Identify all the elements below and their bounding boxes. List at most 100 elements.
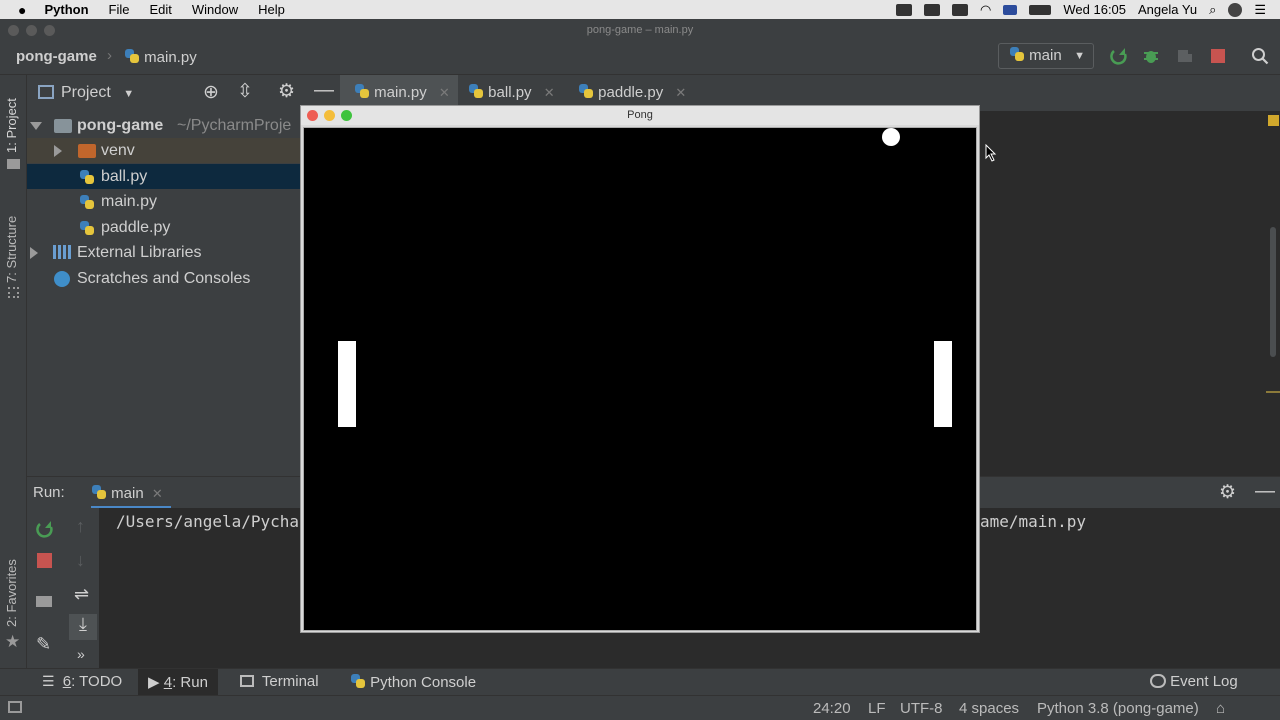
pin-icon[interactable]: ✎ (36, 634, 51, 655)
tool-window-todo[interactable]: ☰ 6: TODO (42, 673, 122, 690)
menu-edit[interactable]: Edit (149, 2, 171, 17)
pong-close-icon[interactable] (307, 110, 318, 121)
pong-title-bar[interactable]: Pong (301, 106, 979, 125)
menu-help[interactable]: Help (258, 2, 285, 17)
tree-item-label: paddle.py (101, 219, 171, 236)
flag-icon[interactable] (1003, 4, 1018, 15)
project-panel-title: Project (61, 84, 111, 101)
spotlight-icon[interactable]: ⌕ (1209, 2, 1216, 18)
stop-icon[interactable] (37, 553, 52, 568)
tree-root-pong-game[interactable]: pong-game ~/PycharmProje (27, 113, 300, 138)
pong-canvas[interactable] (303, 127, 977, 631)
status-interpreter[interactable]: Python 3.8 (pong-game) (1037, 700, 1199, 717)
status-line-separator[interactable]: LF (868, 700, 886, 717)
tree-item-scratches[interactable]: Scratches and Consoles (27, 266, 300, 291)
status-indent[interactable]: 4 spaces (959, 700, 1019, 717)
search-icon[interactable] (1251, 47, 1269, 65)
tool-window-python-console[interactable]: Python Console (350, 673, 476, 691)
tool-window-run[interactable]: ▶ 4: Run (138, 669, 218, 696)
screen-icon[interactable] (952, 3, 969, 16)
rerun-icon[interactable] (36, 520, 54, 538)
scroll-to-end-icon[interactable]: ⤓ (69, 614, 97, 640)
console-output-left: /Users/angela/Pychar (116, 512, 309, 531)
tree-item-main-py[interactable]: main.py (27, 189, 300, 214)
breadcrumb-file[interactable]: main.py (124, 48, 197, 66)
tree-item-label: main.py (101, 193, 158, 210)
clock[interactable]: Wed 16:05 (1063, 2, 1126, 17)
pong-window[interactable]: Pong (300, 105, 980, 633)
screen-record-icon[interactable] (896, 3, 913, 16)
expand-arrow-icon[interactable] (30, 247, 38, 259)
notification-center-icon[interactable]: ☰ (1254, 2, 1266, 18)
expand-arrow-icon[interactable] (30, 122, 42, 130)
python-file-icon (354, 83, 370, 99)
warning-marker-icon[interactable] (1268, 115, 1279, 126)
minimize-window-icon[interactable] (26, 25, 37, 36)
tool-tab-favorites[interactable]: 2: Favorites (4, 559, 19, 627)
up-arrow-icon[interactable]: ↑ (76, 516, 85, 537)
close-tab-icon[interactable]: ✕ (439, 85, 450, 100)
event-log-button[interactable]: Event Log (1150, 673, 1238, 690)
down-arrow-icon[interactable]: ↓ (76, 550, 85, 571)
tree-item-paddle-py[interactable]: paddle.py (27, 215, 300, 240)
run-panel-title: Run: (33, 484, 65, 501)
hide-panel-icon[interactable]: — (1255, 480, 1275, 503)
menu-window[interactable]: Window (192, 2, 238, 17)
apple-icon[interactable]: ● (18, 2, 26, 18)
folder-icon (54, 119, 72, 133)
menu-file[interactable]: File (109, 2, 130, 17)
message-icon[interactable] (924, 3, 941, 16)
editor-scrollbar[interactable] (1266, 111, 1280, 476)
status-indicator-icon[interactable]: ⌂ (1216, 700, 1225, 717)
user-name[interactable]: Angela Yu (1138, 2, 1197, 17)
coverage-icon[interactable] (1176, 47, 1194, 65)
zoom-window-icon[interactable] (44, 25, 55, 36)
toggle-tool-windows-icon[interactable] (8, 701, 22, 713)
tool-window-label: : Run (172, 674, 208, 691)
error-stripe-marker[interactable] (1266, 391, 1280, 393)
battery-icon[interactable] (1029, 4, 1052, 15)
pong-zoom-icon[interactable] (341, 110, 352, 121)
python-file-icon (124, 48, 140, 64)
pong-window-title: Pong (627, 109, 653, 121)
tool-tab-structure[interactable]: 7: Structure (4, 216, 19, 283)
wifi-icon[interactable]: ◠ (980, 2, 991, 18)
chevron-down-icon: ▼ (1074, 50, 1085, 62)
close-tab-icon[interactable]: ✕ (544, 85, 555, 100)
project-view-select[interactable]: Project ▼ (61, 84, 134, 102)
tree-item-label: ball.py (101, 168, 148, 185)
project-folder-icon (7, 159, 20, 169)
tree-item-external-libraries[interactable]: External Libraries (27, 240, 300, 265)
menu-app-name[interactable]: Python (44, 2, 88, 17)
stop-icon[interactable] (1209, 47, 1227, 65)
run-configuration-select[interactable]: main ▼ (998, 43, 1094, 69)
tree-item-venv[interactable]: venv (27, 138, 300, 163)
tool-window-terminal[interactable]: Terminal (240, 673, 319, 690)
breadcrumb-project[interactable]: pong-game (16, 48, 97, 65)
python-icon (350, 673, 366, 689)
close-tab-icon[interactable]: ✕ (675, 85, 686, 100)
collapse-all-icon[interactable]: ⇳ (237, 80, 253, 103)
tool-tab-project[interactable]: 1: Project (4, 98, 19, 153)
close-window-icon[interactable] (8, 25, 19, 36)
gear-icon[interactable]: ⚙ (1219, 481, 1236, 504)
star-icon: ★ (5, 632, 21, 651)
layout-icon[interactable] (36, 596, 52, 607)
window-title: pong-game – main.py (586, 24, 694, 36)
close-tab-icon[interactable]: ✕ (152, 486, 163, 501)
more-icon[interactable]: » (77, 646, 85, 662)
run-tab-main[interactable]: main ✕ (91, 477, 171, 509)
gear-icon[interactable]: ⚙ (278, 80, 295, 103)
debug-bug-icon[interactable] (1142, 47, 1160, 65)
status-caret-position[interactable]: 24:20 (813, 700, 851, 717)
soft-wrap-icon[interactable]: ⇌ (74, 584, 89, 605)
siri-icon[interactable] (1228, 2, 1243, 17)
hide-panel-icon[interactable]: — (314, 79, 334, 102)
tree-item-ball-py[interactable]: ball.py (27, 164, 300, 189)
pong-minimize-icon[interactable] (324, 110, 335, 121)
scrollbar-thumb[interactable] (1270, 227, 1276, 357)
rerun-icon[interactable] (1110, 47, 1128, 65)
locate-file-icon[interactable]: ⊕ (203, 81, 219, 104)
status-encoding[interactable]: UTF-8 (900, 700, 943, 717)
expand-arrow-icon[interactable] (54, 145, 62, 157)
